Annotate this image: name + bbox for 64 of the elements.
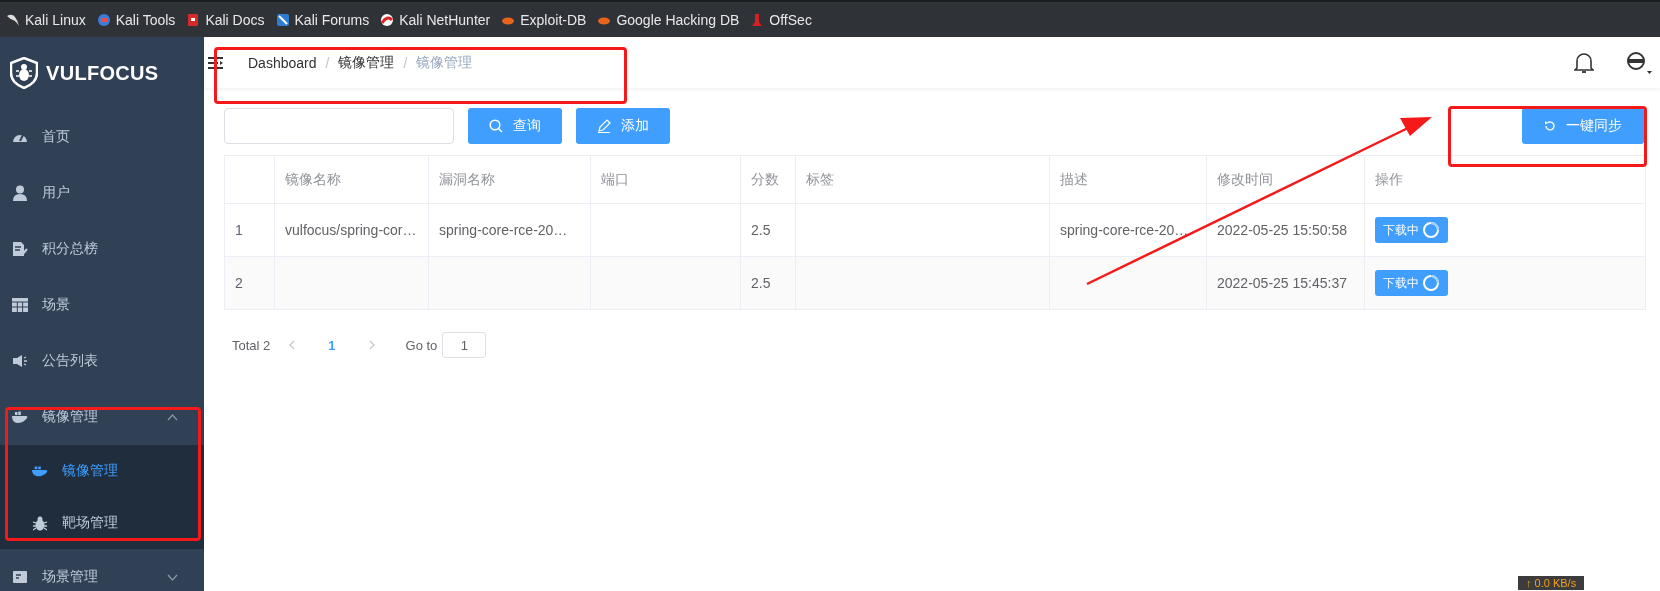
search-field[interactable]	[224, 108, 454, 144]
whale-icon	[12, 411, 28, 423]
chevron-left-icon	[289, 340, 296, 350]
bell-icon[interactable]	[1574, 51, 1594, 74]
menu-item[interactable]: 场景管理	[0, 549, 204, 591]
menu-item[interactable]: 用户	[0, 165, 204, 221]
column-header: 分数	[740, 155, 796, 204]
menu-item[interactable]: 首页	[0, 109, 204, 165]
submenu-item[interactable]: 镜像管理	[0, 445, 204, 497]
bookmark[interactable]: Kali Forums	[275, 11, 370, 28]
table-cell: spring-core-rce-20…	[1049, 203, 1207, 257]
column-header: 端口	[590, 155, 741, 204]
column-header: 漏洞名称	[428, 155, 591, 204]
logo-text: VULFOCUS	[46, 61, 159, 85]
bookmark[interactable]: Kali Tools	[96, 11, 176, 28]
speaker-icon	[12, 354, 28, 368]
menu-icon[interactable]	[208, 56, 224, 69]
table-cell: spring-core-rce-20…	[428, 203, 591, 257]
goto-label: Go to	[405, 337, 438, 353]
breadcrumb-item[interactable]: 镜像管理	[338, 53, 395, 72]
loading-spinner-icon	[1422, 274, 1440, 292]
menu-item[interactable]: 场景	[0, 277, 204, 333]
table-cell: vulfocus/spring-cor…	[274, 203, 429, 257]
table-icon	[12, 298, 28, 312]
breadcrumb-separator: /	[403, 54, 408, 71]
refresh-icon	[1544, 120, 1556, 132]
book-icon	[186, 12, 201, 27]
menu-item[interactable]: 积分总榜	[0, 221, 204, 277]
goto-page-field[interactable]: 1	[442, 332, 487, 358]
loading-spinner-icon	[1422, 221, 1440, 239]
whale-icon	[32, 465, 48, 477]
bookmark[interactable]: Exploit-DB	[501, 11, 587, 28]
bookmark[interactable]: Kali Docs	[186, 11, 265, 28]
chevron-right-icon	[368, 340, 375, 350]
table-cell: 2.5	[740, 256, 796, 310]
bookmark[interactable]: Kali NetHunter	[380, 11, 491, 28]
submenu-item[interactable]: 靶场管理	[0, 497, 204, 549]
breadcrumb-separator: /	[325, 54, 330, 71]
menu-item[interactable]: 公告列表	[0, 333, 204, 389]
table-cell: 2022-05-25 15:50:58	[1206, 203, 1365, 257]
row-index-cell: 2	[224, 256, 275, 310]
breadcrumb-item: 镜像管理	[416, 53, 473, 72]
pencil-icon	[597, 119, 611, 133]
shield-bug-logo	[10, 57, 38, 89]
search-icon	[489, 119, 503, 133]
table-cell: 2.5	[740, 203, 796, 257]
avatar-icon[interactable]	[1626, 50, 1652, 75]
bookmark[interactable]: OffSec	[750, 11, 812, 28]
column-header: 描述	[1049, 155, 1207, 204]
breadcrumb-item[interactable]: Dashboard	[248, 54, 317, 71]
document-edit-icon	[12, 241, 28, 257]
network-speed-indicator: ↑ 0.0 KB/s	[1518, 576, 1585, 590]
card-icon	[13, 571, 27, 583]
row-index-cell: 1	[224, 203, 275, 257]
column-header: 操作	[1364, 155, 1646, 204]
column-header: 镜像名称	[274, 155, 429, 204]
bookmark[interactable]: Kali Linux	[6, 11, 86, 28]
menu-item[interactable]: 镜像管理	[0, 389, 204, 445]
user-icon	[13, 185, 27, 201]
bookmark[interactable]: Google Hacking DB	[597, 11, 740, 28]
column-header: 标签	[795, 155, 1050, 204]
table-cell: 2022-05-25 15:45:37	[1206, 256, 1365, 310]
column-header: 修改时间	[1206, 155, 1365, 204]
total-count: Total 2	[232, 337, 271, 353]
